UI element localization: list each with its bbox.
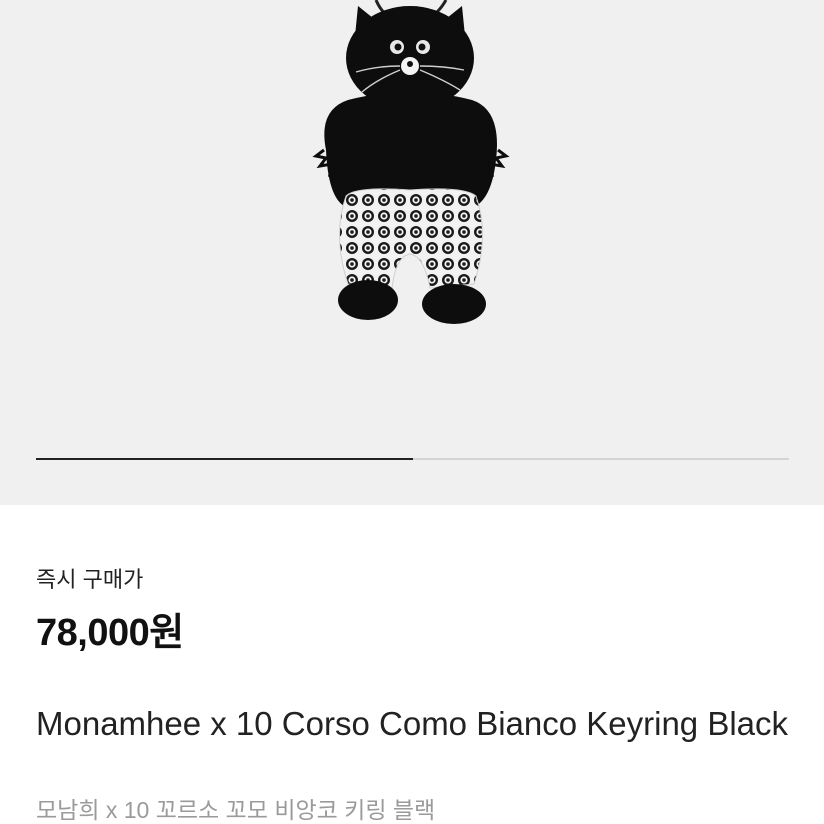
instant-buy-price-label: 즉시 구매가 [36,567,144,592]
instant-buy-price: 78,000원 [36,612,184,654]
gallery-progress-indicator [36,458,413,460]
product-title: Monamhee x 10 Corso Como Bianco Keyring … [36,705,789,742]
product-detail-page: 즉시 구매가 78,000원 Monamhee x 10 Corso Como … [0,0,824,824]
product-image-gallery[interactable] [0,0,824,505]
product-image [312,0,510,324]
product-subtitle: 모남희 x 10 꼬르소 꼬모 비앙코 키링 블랙 [36,797,436,823]
gallery-progress-bar [36,458,789,460]
